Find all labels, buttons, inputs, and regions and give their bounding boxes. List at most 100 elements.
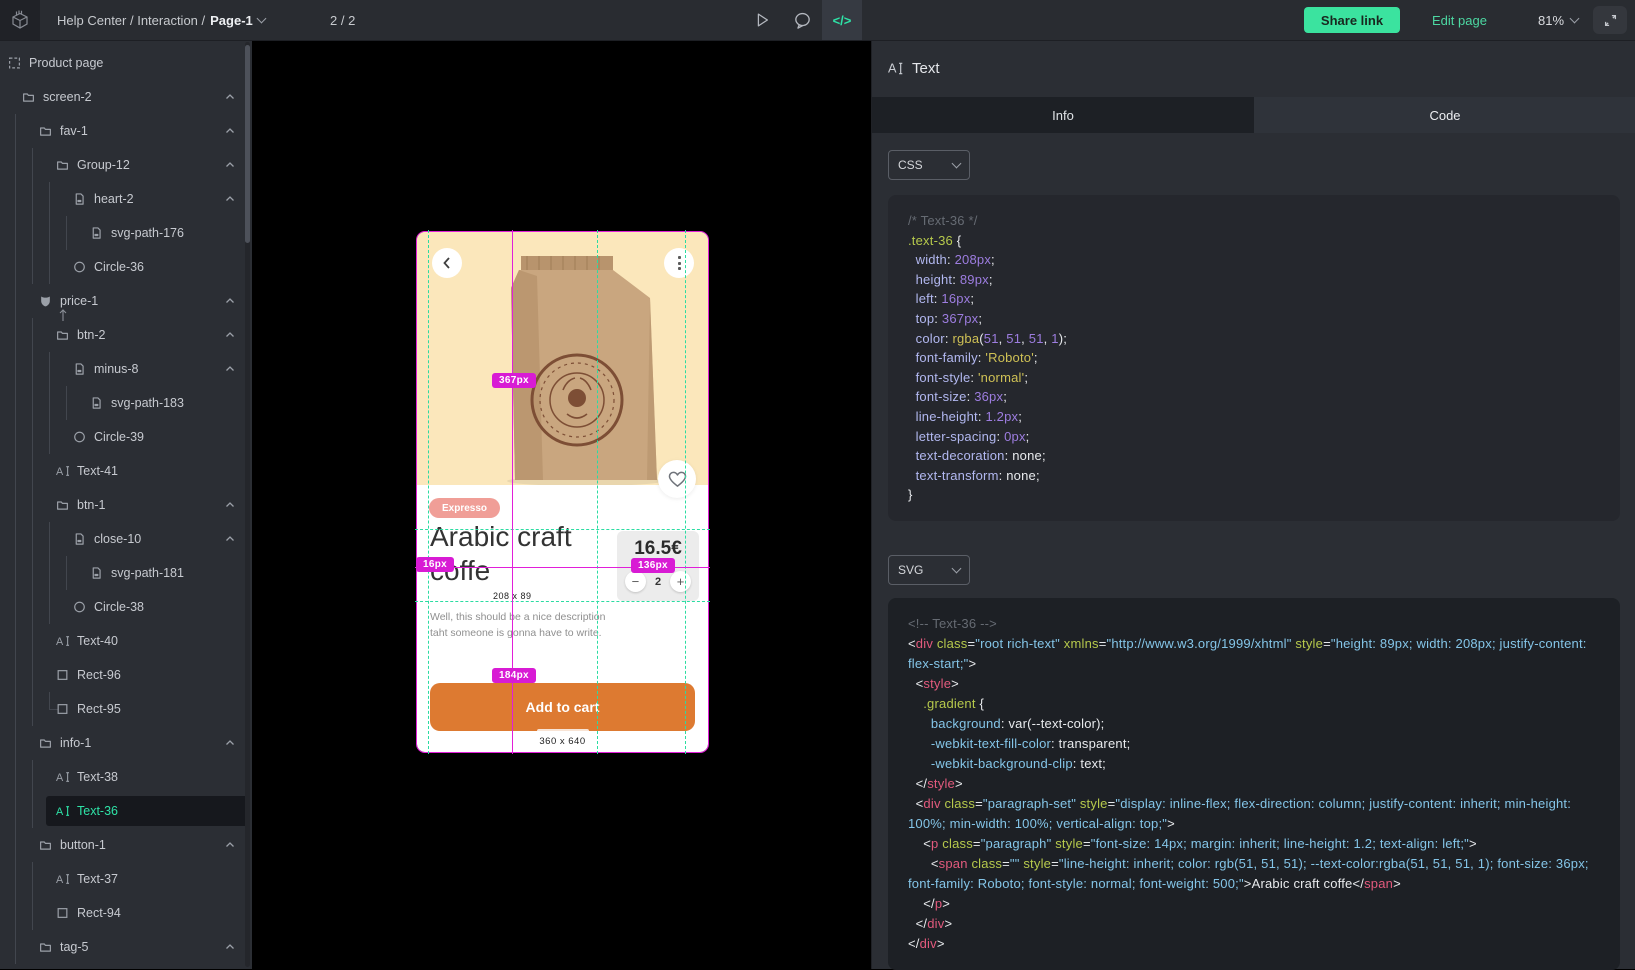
tree-guide-line (32, 318, 33, 352)
code-icon: </> (833, 13, 852, 28)
svg-text:A: A (56, 636, 64, 648)
circle-icon (73, 261, 86, 274)
collapse-chevron-icon[interactable] (224, 295, 236, 307)
code-line: <div class="root rich-text" xmlns="http:… (908, 634, 1600, 674)
layer-row-Rect-96[interactable]: Rect-96 (0, 658, 252, 692)
tree-guide-line (49, 522, 50, 556)
design-canvas[interactable]: Expresso Arabic craft coffe 208 x 89 16.… (252, 40, 871, 969)
product-image (417, 232, 708, 485)
share-link-button[interactable]: Share link (1304, 7, 1400, 33)
layer-row-btn-1[interactable]: btn-1 (0, 488, 252, 522)
rect-icon (56, 669, 69, 682)
code-line: text-decoration: none; (908, 446, 1600, 466)
collapse-chevron-icon[interactable] (224, 193, 236, 205)
product-description: Well, this should be a nice description … (430, 610, 606, 642)
quantity-value: 2 (655, 576, 661, 588)
layer-row-Group-12[interactable]: Group-12 (0, 148, 252, 182)
layer-row-Circle-36[interactable]: Circle-36 (0, 250, 252, 284)
comment-button[interactable] (782, 0, 822, 40)
layer-row-button-1[interactable]: button-1 (0, 828, 252, 862)
layer-row-Text-38[interactable]: AText-38 (0, 760, 252, 794)
add-to-cart-button[interactable]: Add to cart (430, 683, 695, 731)
collapse-chevron-icon[interactable] (224, 363, 236, 375)
css-code-block[interactable]: /* Text-36 */.text-36 { width: 208px; he… (888, 195, 1620, 521)
product-page-artboard[interactable]: Expresso Arabic craft coffe 208 x 89 16.… (417, 232, 708, 752)
layer-row-price-1[interactable]: price-1 (0, 284, 252, 318)
app-logo[interactable] (0, 0, 40, 40)
layer-row-fav-1[interactable]: fav-1 (0, 114, 252, 148)
layer-row-Product page[interactable]: Product page (0, 46, 252, 80)
page-counter: 2 / 2 (330, 0, 355, 40)
collapse-chevron-icon[interactable] (224, 329, 236, 341)
tree-guide-line (32, 488, 33, 522)
tab-info[interactable]: Info (872, 97, 1254, 133)
layer-row-svg-path-176[interactable]: svg-path-176 (0, 216, 252, 250)
layer-row-Rect-95[interactable]: Rect-95 (0, 692, 252, 726)
collapse-chevron-icon[interactable] (224, 159, 236, 171)
svg-language-dropdown[interactable]: SVG (888, 555, 970, 585)
layer-row-svg-path-183[interactable]: svg-path-183 (0, 386, 252, 420)
svg-code-block[interactable]: <!-- Text-36 --><div class="root rich-te… (888, 598, 1620, 970)
code-mode-button[interactable]: </> (822, 0, 862, 40)
tree-guide-line (32, 658, 33, 692)
fullscreen-button[interactable] (1593, 6, 1627, 34)
edit-page-link[interactable]: Edit page (1432, 0, 1487, 40)
collapse-chevron-icon[interactable] (224, 533, 236, 545)
layer-row-info-1[interactable]: info-1 (0, 726, 252, 760)
svgfile-icon (90, 227, 103, 240)
breadcrumb[interactable]: Help Center / Interaction / Page-1 (57, 0, 265, 40)
text-element-icon: A (888, 61, 903, 76)
layer-row-screen-2[interactable]: screen-2 (0, 80, 252, 114)
collapse-chevron-icon[interactable] (224, 91, 236, 103)
layer-row-Circle-38[interactable]: Circle-38 (0, 590, 252, 624)
layer-row-svg-path-181[interactable]: svg-path-181 (0, 556, 252, 590)
layer-row-btn-2[interactable]: btn-2 (0, 318, 252, 352)
decrease-quantity-button[interactable]: − (625, 571, 646, 592)
layer-row-minus-8[interactable]: minus-8 (0, 352, 252, 386)
layer-label: Text-41 (77, 464, 118, 478)
comment-bubble-icon (793, 11, 812, 30)
tree-guide-line (15, 692, 16, 726)
layer-row-Text-37[interactable]: AText-37 (0, 862, 252, 896)
layer-row-Circle-39[interactable]: Circle-39 (0, 420, 252, 454)
scrollbar-thumb[interactable] (245, 45, 250, 243)
layers-panel: Product pagescreen-2fav-1 Group-12 heart-2… (0, 40, 252, 969)
code-line: left: 16px; (908, 289, 1600, 309)
layer-row-Rect-94[interactable]: Rect-94 (0, 896, 252, 930)
tree-guide-line (15, 454, 16, 488)
tree-guide-line (15, 828, 16, 862)
category-tag[interactable]: Expresso (429, 498, 500, 518)
collapse-chevron-icon[interactable] (224, 125, 236, 137)
collapse-chevron-icon[interactable] (224, 839, 236, 851)
layer-row-Text-41[interactable]: AText-41 (0, 454, 252, 488)
layer-label: Group-12 (77, 158, 130, 172)
layer-label: minus-8 (94, 362, 138, 376)
css-language-dropdown[interactable]: CSS (888, 150, 970, 180)
more-options-button[interactable] (664, 248, 694, 278)
tab-code[interactable]: Code (1254, 97, 1635, 133)
collapse-chevron-icon[interactable] (224, 499, 236, 511)
svgfile-icon (73, 533, 86, 546)
sidebar-scrollbar[interactable] (245, 42, 250, 967)
layer-row-Text-40[interactable]: AText-40 (0, 624, 252, 658)
tree-guide-line (15, 284, 16, 318)
product-title[interactable]: Arabic craft coffe (430, 520, 610, 587)
back-button[interactable] (432, 248, 462, 278)
layer-row-Text-36[interactable]: AText-36 (0, 794, 252, 828)
layer-label: Text-36 (77, 804, 118, 818)
layer-row-heart-2[interactable]: heart-2 (0, 182, 252, 216)
layer-row-tag-5[interactable]: tag-5 (0, 930, 252, 964)
logo-icon (9, 9, 31, 31)
layer-label: svg-path-183 (111, 396, 184, 410)
layer-row-close-10[interactable]: close-10 (0, 522, 252, 556)
play-button[interactable] (742, 0, 782, 40)
favorite-button[interactable] (658, 460, 696, 498)
increase-quantity-button[interactable]: + (670, 571, 691, 592)
layer-label: svg-path-181 (111, 566, 184, 580)
tree-guide-line (15, 488, 16, 522)
zoom-level-dropdown[interactable]: 81% (1538, 0, 1578, 40)
tree-guide-line (32, 692, 33, 726)
collapse-chevron-icon[interactable] (224, 737, 236, 749)
collapse-chevron-icon[interactable] (224, 941, 236, 953)
tree-guide-line (32, 250, 33, 284)
